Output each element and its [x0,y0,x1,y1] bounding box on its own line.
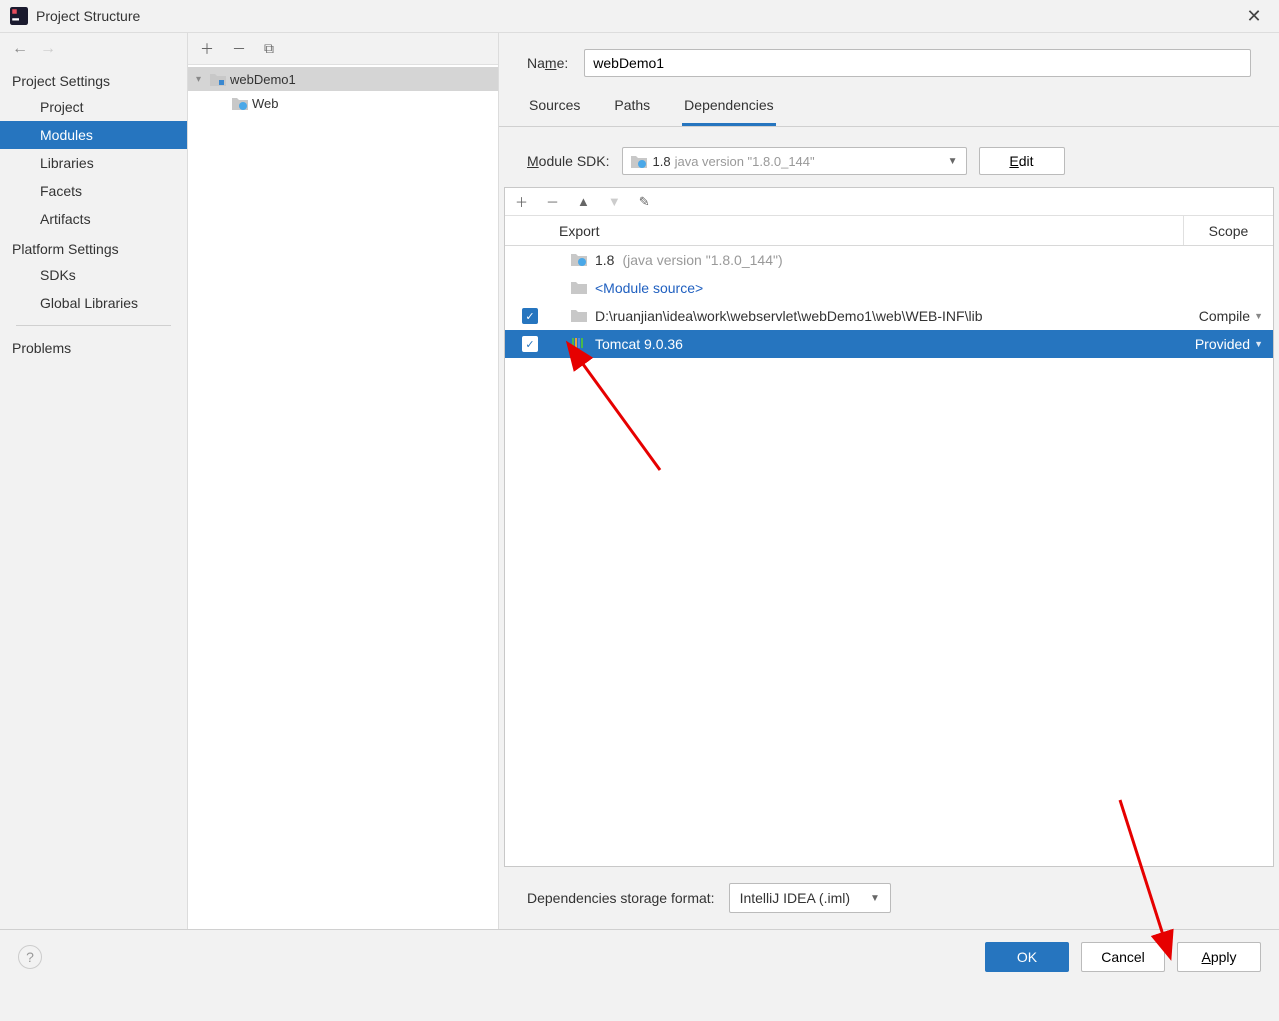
app-icon [10,7,28,25]
dep-subtext: (java version "1.8.0_144") [622,252,782,268]
remove-icon[interactable]: － [232,39,246,59]
name-label: Name: [527,55,568,71]
storage-row: Dependencies storage format: IntelliJ ID… [499,867,1279,929]
tab-paths[interactable]: Paths [612,87,652,126]
nav-problems[interactable]: Problems [0,334,187,362]
module-name-input[interactable] [584,49,1251,77]
detail-panel: Name: Sources Paths Dependencies Module … [499,33,1279,929]
move-down-icon[interactable]: ▼ [608,194,621,209]
divider [16,325,171,326]
nav-global-libraries[interactable]: Global Libraries [0,289,187,317]
move-up-icon[interactable]: ▲ [577,194,590,209]
tree-toolbar: ＋ － ⧉ [188,33,498,65]
dep-name: <Module source> [595,280,703,296]
nav-facets[interactable]: Facets [0,177,187,205]
edit-sdk-button[interactable]: Edit [979,147,1065,175]
chevron-down-icon: ▼ [1254,311,1263,321]
dep-name: D:\ruanjian\idea\work\webservlet\webDemo… [595,308,982,324]
section-project-settings: Project Settings [0,65,187,93]
dep-row[interactable]: ✓ Tomcat 9.0.36 Provided▼ [505,330,1273,358]
module-icon [210,72,226,86]
chevron-down-icon[interactable]: ▾ [196,74,210,85]
dep-name: Tomcat 9.0.36 [595,336,683,352]
library-icon [571,336,587,353]
nav-artifacts[interactable]: Artifacts [0,205,187,233]
help-icon[interactable]: ? [18,945,42,969]
edit-dep-icon[interactable]: ✎ [639,194,650,210]
back-arrow-icon[interactable]: ← [12,40,28,58]
dep-row[interactable]: 1.8 (java version "1.8.0_144") [505,246,1273,274]
add-icon[interactable]: ＋ [200,39,214,59]
nav-libraries[interactable]: Libraries [0,149,187,177]
section-platform-settings: Platform Settings [0,233,187,261]
chevron-down-icon: ▼ [1254,339,1263,349]
nav-sdks[interactable]: SDKs [0,261,187,289]
remove-dep-icon[interactable]: － [546,192,559,211]
chevron-down-icon: ▼ [870,893,880,904]
tree-node-label: webDemo1 [230,72,296,87]
tabs: Sources Paths Dependencies [499,87,1279,127]
nav-modules[interactable]: Modules [0,121,187,149]
cancel-button[interactable]: Cancel [1081,942,1165,972]
dep-row[interactable]: <Module source> [505,274,1273,302]
close-button[interactable]: ✕ [1239,6,1269,27]
dependencies-table: ＋ － ▲ ▼ ✎ Export Scope 1.8 (java version… [504,187,1274,867]
tree-node-web[interactable]: Web [188,91,498,115]
storage-label: Dependencies storage format: [527,890,715,906]
dep-name: 1.8 [595,252,614,268]
scope-select[interactable]: Provided▼ [1183,336,1273,352]
storage-value: IntelliJ IDEA (.iml) [740,890,850,906]
left-sidebar: ← → Project Settings Project Modules Lib… [0,33,188,929]
folder-icon [571,308,587,325]
add-dep-icon[interactable]: ＋ [515,192,528,211]
module-tree: ▾ webDemo1 Web [188,65,498,115]
apply-button[interactable]: Apply [1177,942,1261,972]
module-sdk-label: Module SDK: [527,153,610,169]
col-scope[interactable]: Scope [1183,216,1273,245]
tree-node-label: Web [252,96,279,111]
sdk-value: 1.8 [653,154,671,169]
dep-toolbar: ＋ － ▲ ▼ ✎ [505,188,1273,216]
java-icon [631,154,647,168]
tab-sources[interactable]: Sources [527,87,582,126]
export-checkbox[interactable]: ✓ [522,336,538,352]
module-sdk-select[interactable]: 1.8 java version "1.8.0_144" ▼ [622,147,967,175]
copy-icon[interactable]: ⧉ [264,40,274,57]
chevron-down-icon: ▼ [948,156,958,167]
folder-icon [571,280,587,297]
window-title: Project Structure [36,8,1239,24]
forward-arrow-icon[interactable]: → [40,40,56,58]
bottom-bar: ? OK Cancel Apply [0,929,1279,984]
storage-format-select[interactable]: IntelliJ IDEA (.iml) ▼ [729,883,891,913]
module-tree-panel: ＋ － ⧉ ▾ webDemo1 Web [188,33,499,929]
ok-button[interactable]: OK [985,942,1069,972]
export-checkbox[interactable]: ✓ [522,308,538,324]
java-icon [571,252,587,269]
dep-row[interactable]: ✓ D:\ruanjian\idea\work\webservlet\webDem… [505,302,1273,330]
scope-select[interactable]: Compile▼ [1183,308,1273,324]
col-export[interactable]: Export [553,223,1183,239]
tab-dependencies[interactable]: Dependencies [682,87,776,126]
titlebar: Project Structure ✕ [0,0,1279,33]
web-icon [232,96,248,110]
nav-project[interactable]: Project [0,93,187,121]
sdk-version: java version "1.8.0_144" [675,154,815,169]
dep-header: Export Scope [505,216,1273,246]
nav-history: ← → [0,33,187,65]
tree-node-webdemo1[interactable]: ▾ webDemo1 [188,67,498,91]
